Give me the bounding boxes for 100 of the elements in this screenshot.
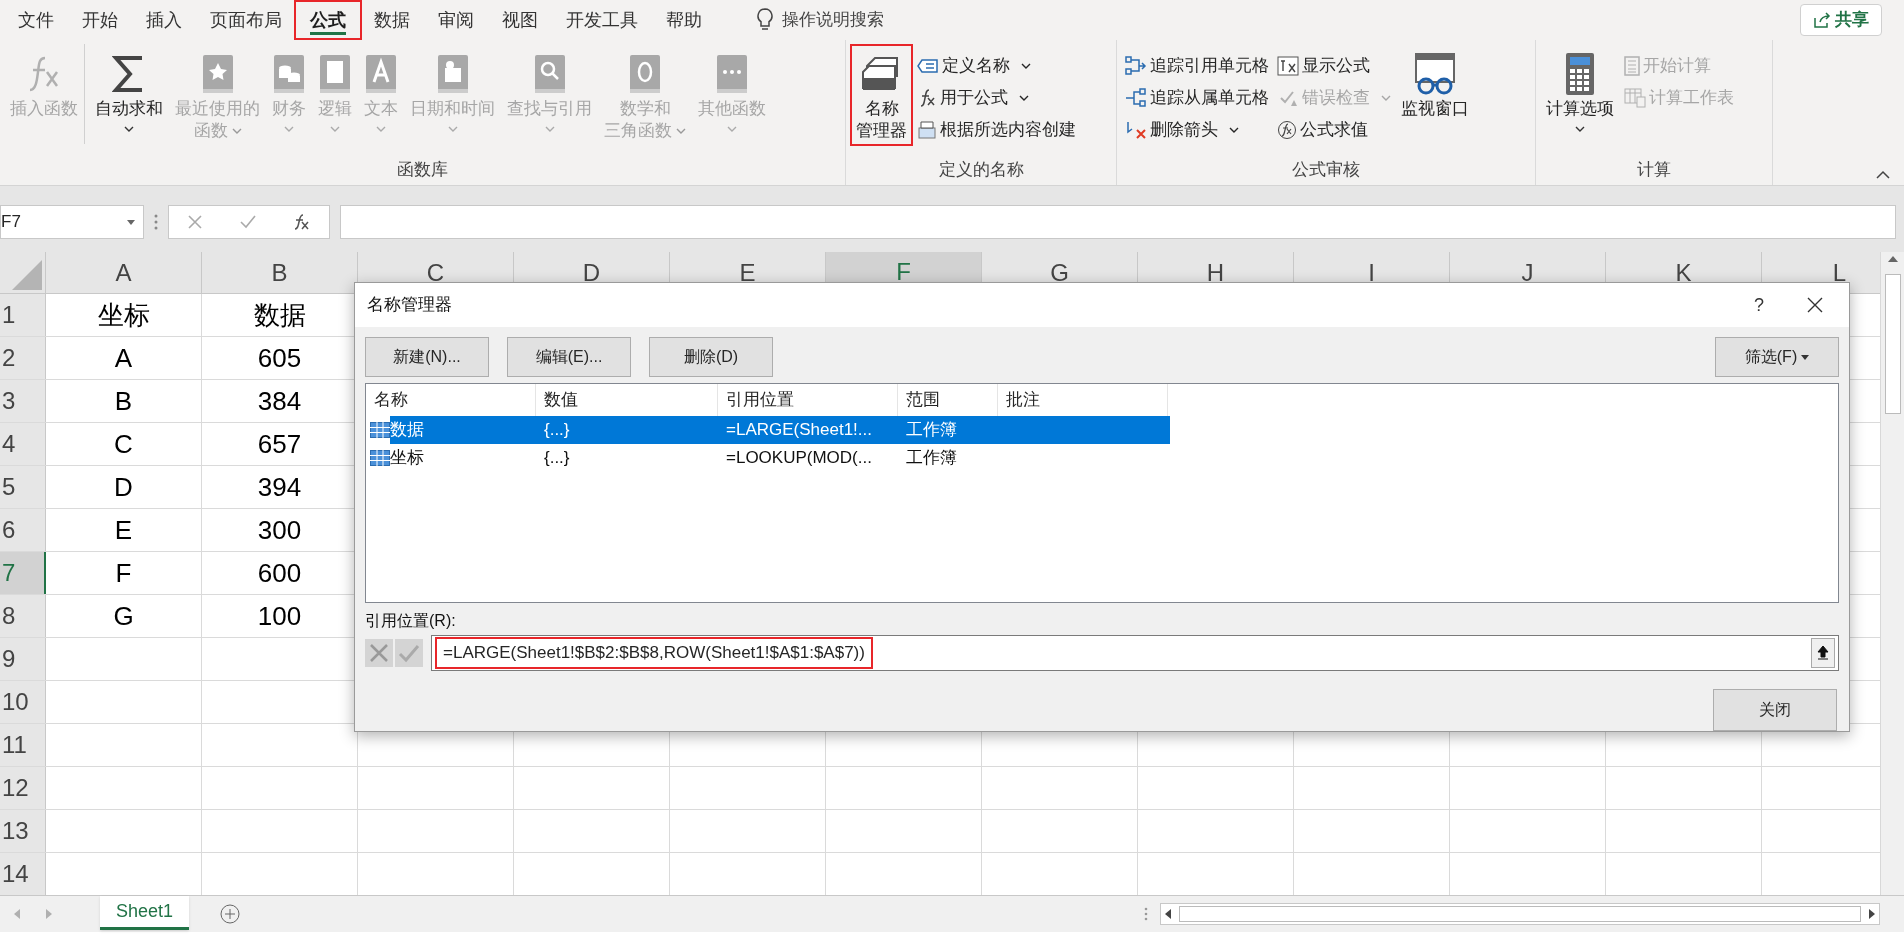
collapse-ribbon-icon[interactable]	[1876, 170, 1890, 179]
ribbon-button[interactable]: 计算选项	[1540, 44, 1620, 144]
row-header[interactable]: 6	[0, 509, 46, 551]
ribbon-tab[interactable]: 开发工具	[552, 2, 652, 38]
share-button[interactable]: 共享	[1800, 4, 1882, 36]
name-list-row[interactable]: 坐标 {...} =LOOKUP(MOD(... 工作簿	[390, 444, 1170, 472]
select-all-icon[interactable]	[12, 260, 42, 290]
caret-icon	[330, 125, 340, 133]
ribbon-button[interactable]: 删除箭头	[1125, 116, 1269, 144]
ribbon-tab[interactable]: 页面布局	[196, 2, 296, 38]
table-icon	[370, 422, 390, 438]
horizontal-scrollbar[interactable]	[1160, 903, 1880, 925]
ribbon-button[interactable]: 用于公式	[917, 84, 1076, 112]
ribbon-button[interactable]: 根据所选内容创建	[917, 116, 1076, 144]
close-icon	[1807, 297, 1823, 313]
ribbon-tab[interactable]: 视图	[488, 2, 552, 38]
book-icon	[318, 54, 352, 94]
cancel-icon[interactable]	[187, 214, 203, 230]
row-header[interactable]: 12	[0, 767, 46, 809]
row-header[interactable]: 8	[0, 595, 46, 637]
ribbon-tab[interactable]: 文件	[4, 2, 68, 38]
dialog-button[interactable]: 删除(D)	[649, 337, 773, 377]
group-label: 计算	[1636, 159, 1672, 181]
caret-icon	[284, 125, 294, 133]
ribbon-button[interactable]: 显示公式	[1277, 52, 1391, 80]
book-icon	[364, 54, 398, 94]
add-sheet-icon[interactable]	[219, 903, 242, 925]
sheet-calculator-icon	[1624, 88, 1646, 108]
ribbon-button[interactable]: 自动求和	[89, 44, 169, 144]
row-header[interactable]: 14	[0, 853, 46, 895]
ribbon-tab[interactable]: 数据	[360, 2, 424, 38]
upload-arrow-icon	[1817, 645, 1829, 661]
dialog-button[interactable]: 新建(N)...	[365, 337, 489, 377]
lightbulb-icon	[756, 8, 774, 32]
filter-button[interactable]: 筛选(F)	[1715, 337, 1839, 377]
caret-icon	[376, 125, 386, 133]
table-cell: A	[46, 337, 202, 379]
ribbon-tab[interactable]: 插入	[132, 2, 196, 38]
group-label: 函数库	[396, 159, 449, 181]
row-header[interactable]: 2	[0, 337, 46, 379]
ribbon-tab[interactable]: 审阅	[424, 2, 488, 38]
ribbon-tab[interactable]: 帮助	[652, 2, 716, 38]
column-header[interactable]: A	[46, 252, 202, 293]
row-header[interactable]: 11	[0, 724, 46, 766]
dropdown-icon	[1801, 354, 1810, 360]
ribbon-button[interactable]: 名称 管理器	[850, 44, 913, 146]
row-header[interactable]: 10	[0, 681, 46, 723]
cancel-icon[interactable]	[365, 639, 393, 667]
field-label: 引用位置(R):	[365, 611, 457, 631]
caret-icon	[676, 127, 686, 135]
caret-icon	[1229, 126, 1239, 134]
evaluate-icon	[1277, 120, 1297, 140]
book-icon	[715, 54, 749, 94]
formula-field[interactable]	[340, 205, 1896, 239]
search-field[interactable]: 操作说明搜索	[782, 7, 942, 33]
row-header[interactable]: 3	[0, 380, 46, 422]
confirm-icon[interactable]	[395, 639, 423, 667]
table-cell: 坐标	[46, 294, 202, 336]
drag-handle-icon[interactable]	[1144, 906, 1148, 922]
table-cell: D	[46, 466, 202, 508]
scroll-right-icon[interactable]	[1869, 909, 1875, 919]
ribbon-button[interactable]: 追踪引用单元格	[1125, 52, 1269, 80]
ribbon-button[interactable]: 追踪从属单元格	[1125, 84, 1269, 112]
drag-handle-icon[interactable]	[154, 213, 158, 231]
row-header[interactable]: 7	[0, 552, 46, 594]
previous-sheet-icon[interactable]	[14, 909, 20, 919]
ribbon-button[interactable]: 监视窗口	[1395, 44, 1475, 144]
row-header[interactable]: 9	[0, 638, 46, 680]
caret-icon	[727, 125, 737, 133]
scroll-up-icon[interactable]	[1887, 256, 1898, 262]
refers-to-field[interactable]: =LARGE(Sheet1!$B$2:$B$8,ROW(Sheet1!$A$1:$A$7))	[435, 637, 873, 669]
insert-function-icon[interactable]	[293, 213, 311, 231]
dialog-button[interactable]: 编辑(E)...	[507, 337, 631, 377]
ribbon-button[interactable]: 公式求值	[1277, 116, 1391, 144]
caret-icon	[544, 125, 555, 133]
row-header[interactable]: 4	[0, 423, 46, 465]
sheet-tab[interactable]: Sheet1	[100, 896, 190, 930]
tag-icon	[917, 58, 939, 74]
row-header[interactable]: 1	[0, 294, 46, 336]
caret-icon	[1381, 94, 1391, 102]
name-list-row[interactable]: 数据 {...} =LARGE(Sheet1!... 工作簿	[390, 416, 1170, 444]
book-icon	[628, 54, 662, 94]
ribbon-tab[interactable]: 开始	[68, 2, 132, 38]
row-header[interactable]: 13	[0, 810, 46, 852]
vertical-scrollbar[interactable]	[1880, 252, 1904, 895]
caret-icon	[1021, 62, 1031, 70]
ribbon-tab[interactable]: 公式	[296, 2, 360, 38]
table-cell: G	[46, 595, 202, 637]
group-label: 定义的名称	[937, 159, 1025, 181]
ribbon-button[interactable]: 定义名称	[917, 52, 1076, 80]
scrollbar-thumb[interactable]	[1884, 274, 1901, 414]
close-dialog-button[interactable]: 关闭	[1713, 689, 1837, 731]
row-header[interactable]: 5	[0, 466, 46, 508]
next-sheet-icon[interactable]	[46, 909, 52, 919]
confirm-icon[interactable]	[239, 214, 257, 230]
collapse-dialog-button[interactable]	[1811, 638, 1835, 668]
table-cell: E	[46, 509, 202, 551]
name-box[interactable]: F7	[0, 205, 144, 239]
scroll-left-icon[interactable]	[1165, 909, 1171, 919]
table-icon	[370, 450, 390, 466]
